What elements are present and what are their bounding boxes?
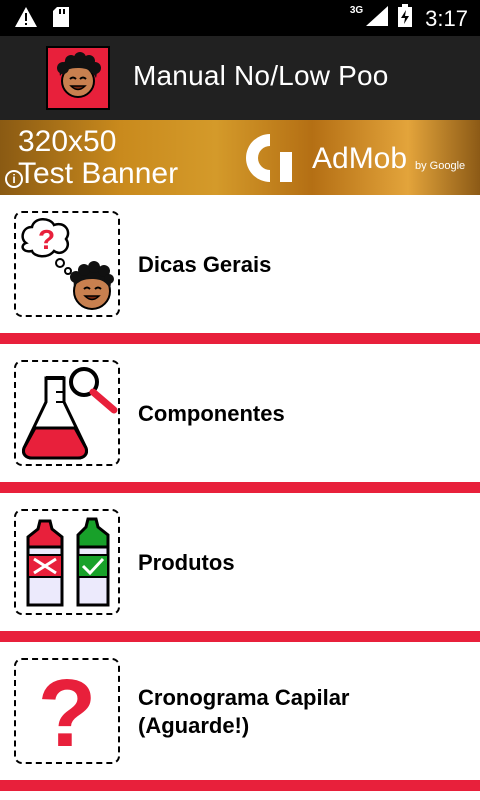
divider (0, 333, 480, 344)
flask-magnifier-icon (14, 360, 120, 466)
menu-item-label-line-2: (Aguarde!) (138, 713, 250, 738)
menu-item-label: Produtos (138, 550, 235, 575)
app-title: Manual No/Low Poo (133, 60, 389, 91)
ad-brand: AdMob (312, 142, 408, 175)
menu-item-label: Cronograma Capilar (Aguarde!) (138, 684, 350, 740)
divider (0, 482, 480, 493)
menu-item-dicas-gerais[interactable]: ? Dicas Gerais (0, 195, 480, 333)
divider (0, 780, 480, 791)
sd-card-icon (52, 6, 70, 33)
svg-text:?: ? (38, 660, 97, 762)
menu-item-cronograma[interactable]: ? Cronograma Capilar (Aguarde!) (0, 642, 480, 780)
ad-banner[interactable]: 320x50 Test Banner i AdMob by Google (0, 120, 480, 195)
network-type: 3G (349, 5, 364, 16)
menu-item-produtos[interactable]: Produtos (0, 493, 480, 631)
signal-icon (365, 5, 389, 32)
divider (0, 631, 480, 642)
status-bar: 3G 3:17 (0, 0, 480, 36)
info-icon[interactable]: i (5, 170, 23, 188)
battery-icon (397, 4, 413, 33)
app-bar: Manual No/Low Poo (0, 36, 480, 120)
ad-by-google: by Google (415, 160, 466, 172)
ad-test-text: 320x50 Test Banner (18, 126, 178, 190)
svg-text:?: ? (38, 224, 55, 255)
bottles-icon (14, 509, 120, 615)
menu-item-label: Dicas Gerais (138, 252, 272, 277)
ad-line-2: Test Banner (18, 157, 179, 190)
admob-logo-icon (240, 130, 300, 186)
menu-item-label-line-1: Cronograma Capilar (138, 685, 350, 710)
ad-line-1: 320x50 (18, 125, 117, 158)
menu-item-label: Componentes (138, 401, 285, 426)
question-mark-icon: ? (14, 658, 120, 764)
app-logo-icon[interactable] (46, 46, 110, 110)
thinking-face-icon: ? (14, 211, 120, 317)
menu-item-componentes[interactable]: Componentes (0, 344, 480, 482)
warning-icon (14, 6, 38, 33)
clock: 3:17 (425, 5, 468, 31)
